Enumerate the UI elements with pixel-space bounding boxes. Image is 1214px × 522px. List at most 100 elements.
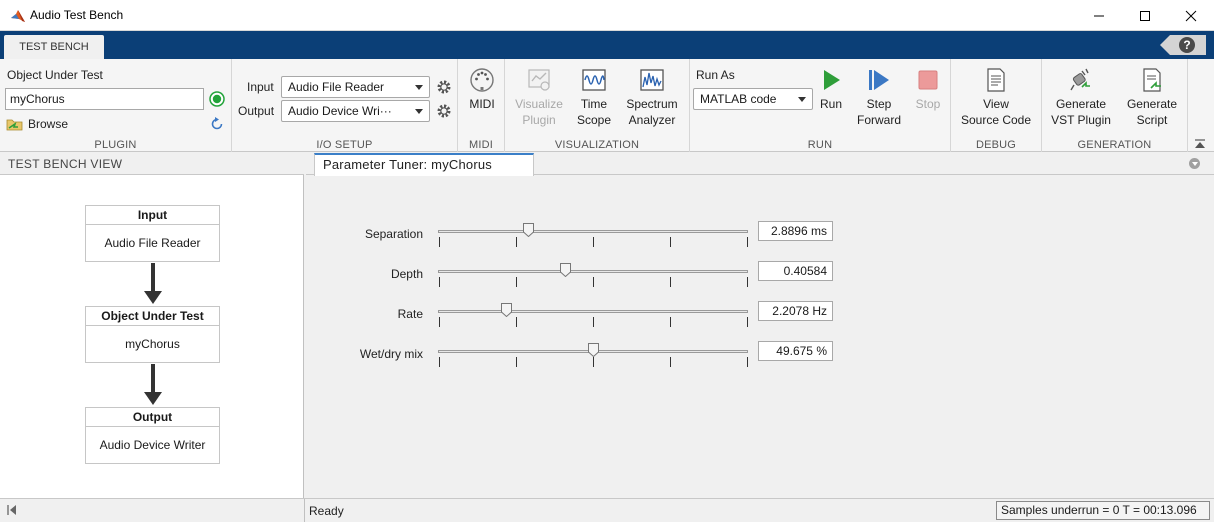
test-bench-view-title: TEST BENCH VIEW — [8, 157, 123, 171]
test-bench-view-header: TEST BENCH VIEW — [0, 153, 304, 175]
maximize-button[interactable] — [1122, 0, 1168, 31]
document-tab-bar: Parameter Tuner: myChorus — [306, 153, 1214, 176]
time-scope-label-2: Scope — [576, 113, 612, 127]
collapse-toolstrip-icon[interactable] — [1194, 139, 1206, 149]
parameter-slider[interactable] — [438, 220, 748, 250]
slider-thumb[interactable] — [560, 263, 571, 277]
spectrum-analyzer-label-1: Spectrum — [626, 97, 678, 111]
stop-icon — [918, 70, 938, 90]
parameter-row: Depth 0.40584 — [306, 260, 1214, 290]
spectrum-analyzer-icon — [640, 69, 664, 91]
slider-thumb[interactable] — [501, 303, 512, 317]
parameter-value-field[interactable]: 49.675 % — [758, 341, 833, 361]
input-block[interactable]: Input Audio File Reader — [85, 205, 220, 262]
slider-tick — [439, 357, 440, 367]
parameter-tuner-panel: Parameter Tuner: myChorus Separation 2.88… — [306, 153, 1214, 498]
close-icon — [1185, 10, 1197, 21]
slider-thumb[interactable] — [523, 223, 534, 237]
output-dropdown-value: Audio Device Wri··· — [288, 104, 392, 118]
ribbon-tab-strip: TEST BENCH ? — [0, 31, 1214, 59]
output-label: Output — [238, 104, 275, 118]
slider-track[interactable] — [438, 270, 748, 273]
slider-track[interactable] — [438, 310, 748, 313]
input-settings-gear-icon[interactable] — [436, 79, 452, 95]
generate-script-icon — [1143, 68, 1161, 92]
run-label: Run — [819, 97, 842, 111]
generate-script-button[interactable]: Generate Script — [1120, 67, 1184, 128]
debug-section-label: DEBUG — [975, 139, 1017, 151]
generation-section-label: GENERATION — [1077, 139, 1152, 151]
help-icon: ? — [1179, 37, 1195, 53]
output-block[interactable]: Output Audio Device Writer — [85, 407, 220, 464]
chevron-down-icon[interactable] — [1189, 158, 1200, 169]
chevron-down-icon — [415, 85, 423, 90]
view-source-code-label-1: View — [983, 97, 1009, 111]
samples-underrun-readout: Samples underrun = 0 T = 00:13.096 — [996, 501, 1210, 520]
object-under-test-block-title: Object Under Test — [86, 307, 219, 326]
generate-vst-plugin-button[interactable]: Generate VST Plugin — [1046, 67, 1116, 128]
matlab-logo-icon — [11, 10, 25, 22]
arrow-down-icon — [144, 263, 162, 304]
run-button[interactable]: Run — [814, 67, 848, 112]
object-under-test-field[interactable]: myChorus — [5, 88, 204, 110]
test-bench-view-panel: TEST BENCH VIEW Input Audio File Reader … — [0, 153, 304, 498]
midi-section-label: MIDI — [468, 139, 494, 151]
slider-tick — [593, 317, 594, 327]
plugin-section: Object Under Test myChorus Browse PLUGIN — [0, 59, 232, 152]
io-setup-section-label: I/O SETUP — [316, 139, 373, 151]
input-dropdown[interactable]: Audio File Reader — [281, 76, 430, 98]
tab-parameter-tuner[interactable]: Parameter Tuner: myChorus — [314, 153, 534, 176]
generate-script-label-1: Generate — [1126, 97, 1178, 111]
parameter-value-field[interactable]: 2.2078 Hz — [758, 301, 833, 321]
step-forward-label-1: Step — [866, 97, 892, 111]
view-source-code-label-2: Source Code — [960, 113, 1032, 127]
step-forward-button[interactable]: Step Forward — [851, 67, 907, 128]
slider-tick — [593, 357, 594, 367]
parameter-value-field[interactable]: 0.40584 — [758, 261, 833, 281]
parameter-slider[interactable] — [438, 300, 748, 330]
output-dropdown[interactable]: Audio Device Wri··· — [281, 100, 430, 122]
visualize-plugin-label-1: Visualize — [515, 97, 563, 111]
parameter-label: Rate — [397, 307, 423, 321]
time-scope-label-1: Time — [580, 97, 608, 111]
close-button[interactable] — [1168, 0, 1214, 31]
run-play-icon — [824, 70, 840, 90]
output-settings-gear-icon[interactable] — [436, 103, 452, 119]
title-bar: Audio Test Bench — [0, 0, 1214, 31]
time-scope-icon — [582, 69, 606, 91]
slider-tick — [670, 317, 671, 327]
slider-thumb[interactable] — [588, 343, 599, 357]
slider-tick — [670, 277, 671, 287]
vst-plug-icon — [1070, 68, 1090, 91]
help-button[interactable]: ? — [1160, 35, 1206, 55]
tab-test-bench[interactable]: TEST BENCH — [4, 35, 104, 59]
refresh-icon[interactable] — [209, 116, 225, 132]
slider-tick — [747, 317, 748, 327]
collapse-left-panel-icon[interactable] — [6, 504, 18, 516]
source-code-document-icon — [987, 68, 1005, 92]
stop-button[interactable]: Stop — [910, 67, 946, 112]
output-block-content: Audio Device Writer — [99, 438, 206, 452]
visualize-plugin-button[interactable]: Visualize Plugin — [509, 67, 569, 128]
browse-button[interactable]: Browse — [6, 114, 86, 134]
run-as-dropdown[interactable]: MATLAB code — [693, 88, 813, 110]
time-scope-button[interactable]: Time Scope — [573, 67, 615, 128]
spectrum-analyzer-button[interactable]: Spectrum Analyzer — [619, 67, 685, 128]
run-section-label: RUN — [807, 139, 833, 151]
minimize-button[interactable] — [1076, 0, 1122, 31]
view-source-code-button[interactable]: View Source Code — [955, 67, 1037, 128]
slider-tick — [747, 357, 748, 367]
visualization-section-label: VISUALIZATION — [554, 139, 640, 151]
slider-track[interactable] — [438, 230, 748, 233]
minimize-icon — [1094, 15, 1104, 16]
generate-vst-label-2: VST Plugin — [1051, 113, 1111, 127]
parameter-slider[interactable] — [438, 260, 748, 290]
parameter-label: Wet/dry mix — [359, 347, 423, 361]
step-forward-icon — [869, 70, 889, 90]
visualize-plugin-label-2: Plugin — [522, 113, 556, 127]
parameter-value-field[interactable]: 2.8896 ms — [758, 221, 833, 241]
run-section: Run As MATLAB code Run Step Forward Stop — [690, 59, 951, 152]
midi-button[interactable]: MIDI — [462, 67, 502, 112]
parameter-slider[interactable] — [438, 340, 748, 370]
object-under-test-block[interactable]: Object Under Test myChorus — [85, 306, 220, 363]
